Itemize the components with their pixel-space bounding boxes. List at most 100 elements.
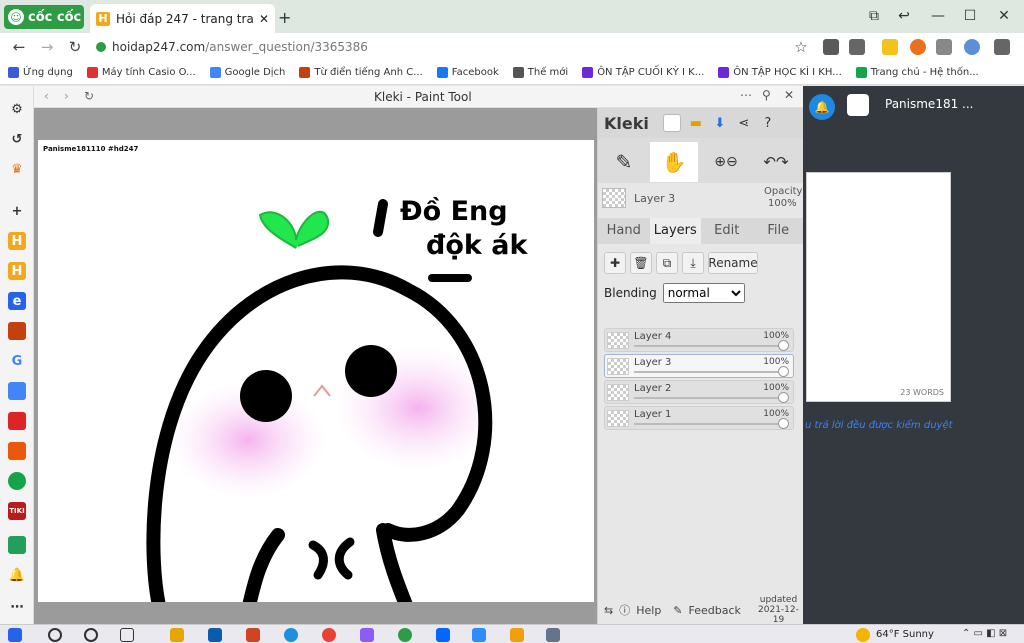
layer-row[interactable]: Layer 3 100% [604, 354, 794, 378]
crown-icon[interactable]: ♛ [8, 160, 26, 178]
add-layer-button[interactable]: ✚ [604, 252, 626, 274]
bookmark-item[interactable]: Google Dịch [209, 67, 285, 78]
zalo-icon[interactable] [436, 628, 450, 642]
delete-layer-button[interactable]: 🗑 [630, 252, 652, 274]
panel-back-icon[interactable]: ‹ [44, 89, 49, 103]
answer-editor-card[interactable]: 23 WORDS [806, 172, 951, 402]
chrome-icon[interactable] [322, 628, 336, 642]
store-icon[interactable] [208, 628, 222, 642]
forward-button[interactable]: → [36, 37, 58, 57]
opacity-slider-track[interactable] [634, 423, 786, 425]
close-tab-icon[interactable]: ✕ [259, 12, 269, 26]
back-arrow-icon[interactable]: ↩ [894, 6, 914, 26]
zoom-icon[interactable]: ⊕⊖ [702, 142, 750, 182]
panel-forward-icon[interactable]: › [64, 89, 69, 103]
sheets-icon[interactable] [8, 536, 26, 554]
maximize-button[interactable]: ☐ [960, 6, 980, 26]
google-icon[interactable]: G [8, 352, 26, 370]
more-dots-icon[interactable]: ⋯ [8, 598, 26, 616]
tab-edit[interactable]: Edit [701, 218, 753, 244]
bookmark-item[interactable]: Facebook [436, 67, 499, 78]
bookmark-star-icon[interactable]: ☆ [790, 37, 812, 57]
cortana-icon[interactable] [84, 628, 98, 642]
task-view-icon[interactable] [120, 628, 134, 642]
coccoc-taskbar-icon[interactable] [398, 628, 412, 642]
rename-button[interactable]: Rename [708, 252, 758, 274]
weather-text[interactable]: 64°F Sunny [876, 629, 934, 640]
opacity-slider-knob[interactable] [778, 366, 789, 377]
history-icon[interactable]: ↺ [8, 130, 26, 148]
help-link[interactable]: Help [636, 604, 661, 617]
tab-hand[interactable]: Hand [598, 218, 650, 244]
opacity-slider-knob[interactable] [778, 340, 789, 351]
screen-icon[interactable] [546, 628, 560, 642]
help-circle-icon[interactable]: ? [759, 114, 777, 132]
brush-tool-icon[interactable]: ✎ [600, 142, 648, 182]
tab-file[interactable]: File [753, 218, 805, 244]
settings-gear-icon[interactable]: ⚙ [8, 100, 26, 118]
layer-row[interactable]: Layer 4 100% [604, 328, 794, 352]
notification-bell-icon[interactable]: 🔔 [8, 566, 26, 584]
app-blue-icon[interactable]: e [8, 292, 26, 310]
layer-row[interactable]: Layer 1 100% [604, 406, 794, 430]
close-window-button[interactable]: ✕ [994, 6, 1014, 26]
hoidap-shortcut-2-icon[interactable]: H [8, 262, 26, 280]
shopee-icon[interactable] [8, 442, 26, 460]
bookmark-item[interactable]: ÔN TẬP CUỐI KỲ I K... [582, 67, 704, 78]
new-tab-button[interactable]: + [278, 8, 291, 27]
active-tab[interactable]: H Hỏi đáp 247 - trang tra lời ✕ [90, 4, 275, 33]
dictionary-icon[interactable] [8, 322, 26, 340]
download-icon[interactable] [849, 39, 865, 55]
bookmark-item[interactable]: Máy tính Casio O... [86, 67, 196, 78]
extension-yellow-icon[interactable] [882, 39, 898, 55]
download-tray-icon[interactable] [994, 39, 1010, 55]
red-app-icon[interactable] [8, 412, 26, 430]
swap-icon[interactable]: ⇆ [604, 604, 613, 617]
duplicate-layer-button[interactable]: ⧉ [656, 252, 678, 274]
file-explorer-icon[interactable] [170, 628, 184, 642]
system-tray-icon[interactable]: ⌃ ▭ ◧ ⊠ [962, 628, 1007, 639]
layer-row[interactable]: Layer 2 100% [604, 380, 794, 404]
bookmark-item[interactable]: Thế mới [512, 67, 568, 78]
hoidap-shortcut-icon[interactable]: H [8, 232, 26, 250]
windows-start-icon[interactable] [8, 628, 22, 642]
feedback-link[interactable]: Feedback [689, 604, 741, 617]
opacity-slider-knob[interactable] [778, 392, 789, 403]
paint-icon[interactable] [510, 628, 524, 642]
tab-layers[interactable]: Layers [649, 218, 701, 244]
chat-app-icon[interactable] [8, 472, 26, 490]
add-sidebar-icon[interactable]: + [8, 202, 26, 220]
undo-redo-icon[interactable]: ↶↷ [752, 142, 800, 182]
panel-more-icon[interactable]: ⋯ [740, 88, 752, 102]
panel-close-icon[interactable]: ✕ [784, 88, 794, 102]
share-icon[interactable]: ⋖ [735, 114, 753, 132]
canvas-area[interactable]: Panisme181110 #hd247 Đồ Eng độk ák [34, 108, 597, 624]
back-button[interactable]: ← [8, 37, 30, 57]
panel-reload-icon[interactable]: ↻ [84, 89, 94, 103]
bookmark-item[interactable]: ÔN TẬP HỌC KÌ I KH... [718, 67, 842, 78]
save-download-icon[interactable]: ⬇ [711, 114, 729, 132]
username[interactable]: Panisme181 ... [885, 97, 973, 111]
bookmark-item[interactable]: Trang chủ - Hệ thốn... [855, 67, 979, 78]
opacity-slider-track[interactable] [634, 371, 786, 373]
coccoc-menu-button[interactable]: ☺ cốc cốc [4, 5, 84, 29]
extension-shield-icon[interactable] [823, 39, 839, 55]
bookmark-item[interactable]: Ứng dụng [8, 67, 73, 78]
new-file-icon[interactable] [662, 114, 681, 132]
extension-orange-icon[interactable] [910, 39, 926, 55]
zoom-app-icon[interactable] [472, 628, 486, 642]
opacity-slider-knob[interactable] [778, 418, 789, 429]
url-bar[interactable]: hoidap247.com/answer_question/3365386 [96, 36, 788, 58]
notification-bell-icon[interactable]: 🔔 [809, 94, 835, 120]
user-avatar[interactable] [847, 94, 869, 116]
screenshot-icon[interactable]: ⧉ [864, 6, 884, 26]
search-icon[interactable] [48, 628, 62, 642]
powerpoint-icon[interactable] [246, 628, 260, 642]
bookmark-item[interactable]: Từ điển tiếng Anh C... [299, 67, 423, 78]
edge-icon[interactable] [284, 628, 298, 642]
tiki-icon[interactable]: TIKI [8, 502, 26, 520]
hand-tool-icon[interactable]: ✋ [650, 142, 698, 182]
app-purple-icon[interactable] [360, 628, 374, 642]
blending-select[interactable]: normal [662, 283, 745, 303]
merge-layer-button[interactable]: ⤓ [682, 252, 704, 274]
